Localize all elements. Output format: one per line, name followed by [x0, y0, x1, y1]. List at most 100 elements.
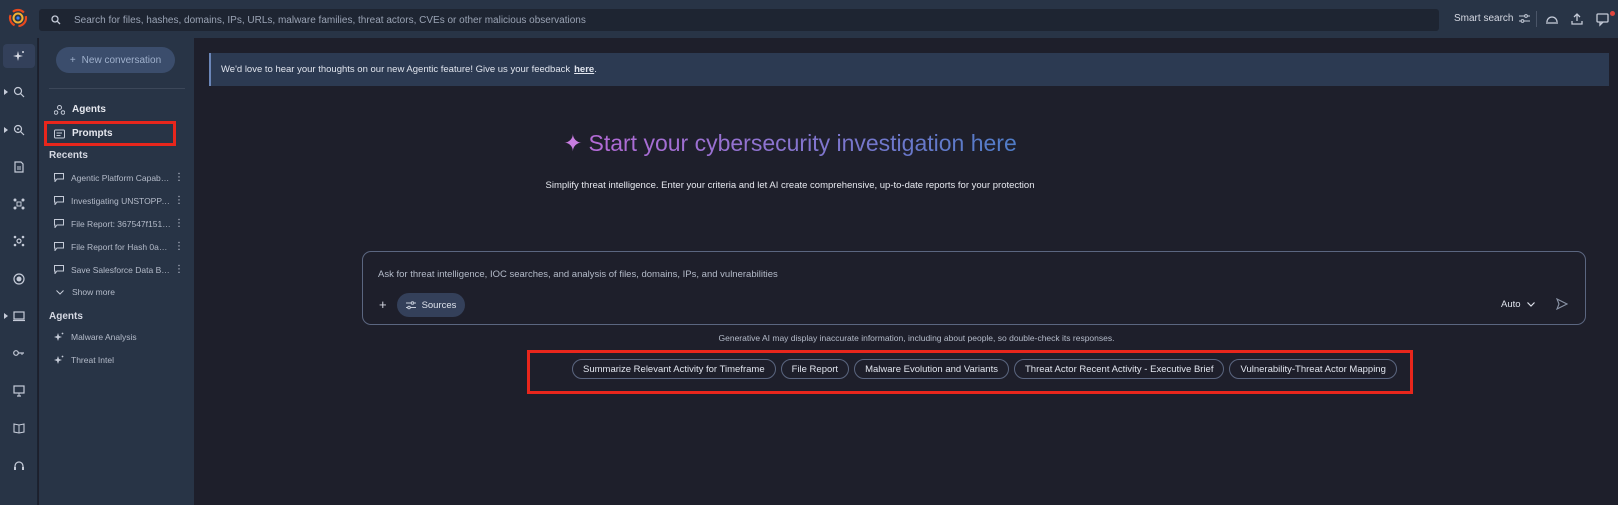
agent-item-malware-analysis[interactable]: Malware Analysis: [54, 332, 137, 342]
chat-bubble-icon: [54, 196, 64, 205]
expand-caret-icon: [4, 313, 8, 319]
chat-bubble-icon: [54, 219, 64, 228]
highlight-box-prompts: [44, 121, 176, 146]
rail-ai-assistant[interactable]: [3, 44, 35, 68]
rail-threat-hunting[interactable]: [0, 118, 38, 142]
feedback-banner: We'd love to hear your thoughts on our n…: [209, 53, 1609, 86]
sparkle-icon: [54, 355, 64, 364]
rail-monitoring[interactable]: [0, 267, 38, 291]
highlight-box-suggestions: [527, 350, 1413, 394]
chevron-down-icon: [56, 289, 64, 295]
recent-conversation-title: Investigating UNSTOPPA...: [71, 195, 171, 206]
page-title: ✦ Start your cybersecurity investigation …: [400, 130, 1180, 157]
recent-conversation-item[interactable]: Investigating UNSTOPPA... ⋮: [54, 195, 184, 206]
book-icon: [13, 423, 25, 434]
model-select[interactable]: Auto: [1501, 299, 1535, 310]
threat-hunting-icon: [13, 124, 25, 136]
chat-bubble-icon: [54, 265, 64, 274]
plus-icon: +: [69, 54, 76, 66]
rail-docs[interactable]: [0, 416, 38, 440]
more-options-icon[interactable]: ⋮: [174, 195, 184, 206]
app-logo-icon[interactable]: [8, 8, 28, 28]
rail-threat-landscape[interactable]: [0, 229, 38, 253]
send-icon[interactable]: [1556, 298, 1568, 310]
hero-title-text: Start your cybersecurity investigation h…: [588, 130, 1017, 156]
global-search-input[interactable]: Search for files, hashes, domains, IPs, …: [39, 9, 1439, 31]
sparkle-icon: [13, 51, 24, 61]
recent-conversation-title: File Report for Hash 0a03...: [71, 241, 171, 252]
rail-graph[interactable]: [0, 192, 38, 216]
agent-label: Threat Intel: [71, 355, 114, 365]
recent-conversation-item[interactable]: File Report for Hash 0a03... ⋮: [54, 241, 184, 252]
search-intel-icon: [13, 86, 25, 98]
sliders-icon: [405, 300, 416, 309]
expand-caret-icon: [4, 127, 8, 133]
show-more-button[interactable]: Show more: [56, 287, 115, 297]
sparkle-icon: [54, 332, 64, 341]
recent-conversation-item[interactable]: Save Salesforce Data Bre... ⋮: [54, 264, 184, 275]
recent-conversation-title: File Report: 367547f1513...: [71, 218, 171, 229]
more-options-icon[interactable]: ⋮: [174, 218, 184, 229]
upload-icon[interactable]: [1569, 11, 1585, 27]
show-more-label: Show more: [72, 287, 115, 297]
agent-item-threat-intel[interactable]: Threat Intel: [54, 355, 114, 365]
document-icon: [14, 161, 24, 173]
expand-caret-icon: [4, 89, 8, 95]
recent-conversation-item[interactable]: File Report: 367547f1513... ⋮: [54, 218, 184, 229]
prompt-placeholder: Ask for threat intelligence, IOC searche…: [378, 269, 778, 280]
recents-heading: Recents: [49, 150, 88, 161]
rail-api-keys[interactable]: [0, 341, 38, 365]
left-nav-rail: [0, 38, 38, 505]
rail-search-intel[interactable]: [0, 80, 38, 104]
dashboard-icon[interactable]: [1544, 11, 1560, 27]
more-options-icon[interactable]: ⋮: [174, 172, 184, 183]
monitor-icon: [13, 385, 25, 397]
agents-icon: [54, 104, 65, 115]
ai-disclaimer: Generative AI may display inaccurate inf…: [718, 333, 1115, 343]
add-attachment-button[interactable]: +: [379, 297, 387, 312]
page-subtitle: Simplify threat intelligence. Enter your…: [545, 180, 1035, 191]
notification-badge: [1610, 11, 1615, 16]
recent-conversation-item[interactable]: Agentic Platform Capabil... ⋮: [54, 172, 184, 183]
toolbar-divider: [1536, 11, 1537, 27]
smart-search-label: Smart search: [1454, 13, 1514, 24]
more-options-icon[interactable]: ⋮: [174, 241, 184, 252]
chat-bubble-icon: [54, 242, 64, 251]
graph-icon: [13, 198, 25, 210]
more-options-icon[interactable]: ⋮: [174, 264, 184, 275]
chat-bubble-icon: [54, 173, 64, 182]
sidebar-item-label: Agents: [72, 104, 106, 115]
top-bar: Search for files, hashes, domains, IPs, …: [0, 0, 1618, 38]
notifications-icon[interactable]: [1595, 11, 1611, 27]
network-icon: [13, 235, 25, 247]
sparkle-icon: ✦: [563, 130, 583, 156]
feedback-link[interactable]: here: [574, 64, 594, 75]
search-icon: [51, 15, 61, 25]
rail-reports[interactable]: [0, 155, 38, 179]
rail-sandbox[interactable]: [0, 379, 38, 403]
prompt-input-box[interactable]: Ask for threat intelligence, IOC searche…: [362, 251, 1586, 325]
chevron-down-icon: [1526, 302, 1535, 307]
search-placeholder: Search for files, hashes, domains, IPs, …: [74, 14, 586, 26]
banner-text: We'd love to hear your thoughts on our n…: [221, 64, 571, 75]
recent-conversation-title: Save Salesforce Data Bre...: [71, 264, 171, 275]
smart-search-button[interactable]: Smart search: [1454, 13, 1531, 24]
target-icon: [13, 273, 25, 285]
sources-label: Sources: [421, 299, 457, 311]
sources-button[interactable]: Sources: [397, 293, 465, 317]
recent-conversation-title: Agentic Platform Capabil...: [71, 172, 171, 183]
headset-icon: [14, 461, 24, 470]
banner-tail: .: [594, 64, 597, 75]
rail-support[interactable]: [0, 454, 38, 478]
terminal-icon: [13, 311, 25, 322]
sidebar-item-agents[interactable]: Agents: [54, 104, 106, 115]
rail-assets[interactable]: [0, 304, 38, 328]
new-conversation-button[interactable]: + New conversation: [56, 47, 175, 73]
new-conversation-label: New conversation: [81, 54, 162, 66]
key-icon: [13, 350, 24, 356]
model-select-value: Auto: [1501, 299, 1521, 310]
sidebar-divider: [49, 88, 185, 89]
agents-heading: Agents: [49, 311, 83, 322]
conversation-sidebar: + New conversation Agents Prompts Recent…: [39, 38, 194, 505]
sliders-icon: [1519, 13, 1531, 23]
